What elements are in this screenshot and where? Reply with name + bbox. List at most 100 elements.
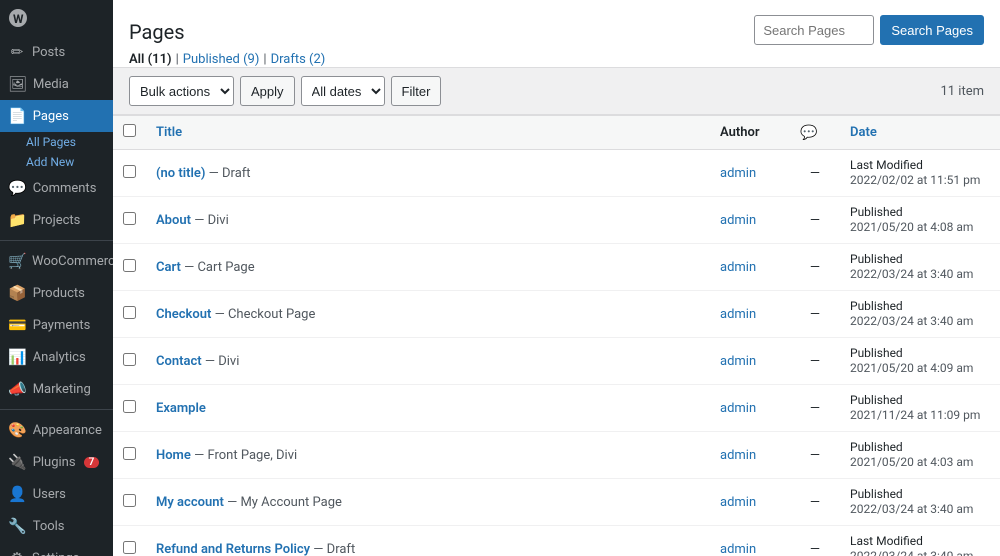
sidebar-item-appearance[interactable]: 🎨 Appearance: [0, 414, 113, 446]
author-link[interactable]: admin: [720, 448, 756, 463]
sidebar-sub-add-new[interactable]: Add New: [0, 152, 113, 172]
page-title-suffix: — Front Page, Divi: [191, 448, 297, 463]
sidebar-item-users[interactable]: 👤 Users: [0, 478, 113, 510]
row-comments-cell: —: [790, 432, 840, 479]
row-date-cell: Published2021/11/24 at 11:09 pm: [840, 385, 1000, 432]
page-title-link[interactable]: Checkout: [156, 307, 211, 322]
author-link[interactable]: admin: [720, 401, 756, 416]
apply-button[interactable]: Apply: [240, 76, 295, 106]
sidebar-item-projects[interactable]: 📁 Projects: [0, 204, 113, 236]
row-date-cell: Last Modified2022/02/02 at 11:51 pm: [840, 150, 1000, 197]
row-author-cell: admin: [710, 385, 790, 432]
search-pages-button[interactable]: Search Pages: [880, 15, 984, 45]
sidebar-item-media[interactable]: 🖼 Media: [0, 68, 113, 100]
author-link[interactable]: admin: [720, 260, 756, 275]
date-value: 2022/03/24 at 3:40 am: [850, 314, 973, 328]
sidebar-item-pages[interactable]: 📄 Pages: [0, 100, 113, 132]
row-date-cell: Last Modified2022/03/24 at 3:40 am: [840, 526, 1000, 556]
sidebar-item-analytics[interactable]: 📊 Analytics: [0, 341, 113, 373]
date-label: Last Modified: [850, 534, 923, 548]
row-author-cell: admin: [710, 197, 790, 244]
row-checkbox[interactable]: [123, 494, 136, 507]
author-link[interactable]: admin: [720, 166, 756, 181]
date-label: Published: [850, 252, 903, 266]
col-header-date[interactable]: Date: [840, 116, 1000, 150]
divider-1: [0, 240, 113, 241]
date-value: 2022/03/24 at 3:40 am: [850, 267, 973, 281]
page-title-link[interactable]: My account: [156, 495, 224, 510]
bulk-actions-select[interactable]: Bulk actions: [129, 76, 234, 106]
sidebar-sub-all-pages[interactable]: All Pages: [0, 132, 113, 152]
tab-all[interactable]: All (11): [129, 52, 172, 67]
page-title-link[interactable]: Home: [156, 448, 191, 463]
row-comments-cell: —: [790, 385, 840, 432]
row-author-cell: admin: [710, 338, 790, 385]
row-checkbox[interactable]: [123, 165, 136, 178]
row-title-cell: (no title) — Draft: [146, 150, 710, 197]
sidebar-item-woocommerce[interactable]: 🛒 WooCommerce: [0, 245, 113, 277]
dash-icon: —: [810, 401, 820, 416]
tab-published[interactable]: Published (9): [183, 52, 260, 67]
pages-table: Title Author 💬 Date (no title) — Draftad…: [113, 115, 1000, 556]
row-checkbox[interactable]: [123, 541, 136, 554]
page-title-link[interactable]: About: [156, 213, 191, 228]
sidebar-item-payments[interactable]: 💳 Payments: [0, 309, 113, 341]
appearance-icon: 🎨: [8, 421, 27, 439]
author-link[interactable]: admin: [720, 495, 756, 510]
tab-drafts[interactable]: Drafts (2): [271, 52, 326, 67]
wp-logo: W: [0, 0, 113, 36]
table-row: About — Diviadmin—Published2021/05/20 at…: [113, 197, 1000, 244]
author-link[interactable]: admin: [720, 213, 756, 228]
row-date-cell: Published2022/03/24 at 3:40 am: [840, 479, 1000, 526]
page-title-link[interactable]: (no title): [156, 166, 205, 181]
comments-icon: 💬: [8, 179, 27, 197]
date-value: 2021/05/20 at 4:09 am: [850, 361, 973, 375]
marketing-icon: 📣: [8, 380, 27, 398]
tab-bar: All (11) | Published (9) | Drafts (2): [129, 52, 984, 67]
search-input[interactable]: [754, 15, 874, 45]
sidebar-item-products[interactable]: 📦 Products: [0, 277, 113, 309]
date-value: 2022/03/24 at 3:40 am: [850, 549, 973, 556]
row-title-cell: Contact — Divi: [146, 338, 710, 385]
page-title-suffix: — Cart Page: [181, 260, 255, 275]
table-row: Home — Front Page, Diviadmin—Published20…: [113, 432, 1000, 479]
dates-filter-select[interactable]: All dates: [301, 76, 385, 106]
row-checkbox[interactable]: [123, 259, 136, 272]
dash-icon: —: [810, 542, 820, 556]
col-header-title[interactable]: Title: [146, 116, 710, 150]
page-title-link[interactable]: Contact: [156, 354, 202, 369]
media-icon: 🖼: [8, 75, 27, 93]
page-title: Pages: [129, 12, 185, 48]
row-title-cell: Checkout — Checkout Page: [146, 291, 710, 338]
author-link[interactable]: admin: [720, 354, 756, 369]
row-checkbox[interactable]: [123, 400, 136, 413]
page-title-link[interactable]: Refund and Returns Policy: [156, 542, 310, 556]
page-title-link[interactable]: Example: [156, 401, 206, 416]
sidebar-item-posts[interactable]: ✏ Posts: [0, 36, 113, 68]
author-link[interactable]: admin: [720, 307, 756, 322]
dash-icon: —: [810, 354, 820, 369]
table-body: (no title) — Draftadmin—Last Modified202…: [113, 150, 1000, 556]
col-header-author: Author: [710, 116, 790, 150]
select-all-checkbox[interactable]: [123, 124, 136, 137]
sidebar-item-tools[interactable]: 🔧 Tools: [0, 510, 113, 542]
row-checkbox[interactable]: [123, 306, 136, 319]
date-value: 2022/02/02 at 11:51 pm: [850, 173, 980, 187]
sidebar-item-settings[interactable]: ⚙ Settings: [0, 542, 113, 556]
author-link[interactable]: admin: [720, 542, 756, 556]
filter-button[interactable]: Filter: [391, 76, 442, 106]
page-title-link[interactable]: Cart: [156, 260, 181, 275]
row-title-cell: About — Divi: [146, 197, 710, 244]
date-label: Published: [850, 299, 903, 313]
row-checkbox[interactable]: [123, 353, 136, 366]
sidebar-item-marketing[interactable]: 📣 Marketing: [0, 373, 113, 405]
row-comments-cell: —: [790, 150, 840, 197]
row-comments-cell: —: [790, 244, 840, 291]
row-checkbox[interactable]: [123, 447, 136, 460]
row-checkbox[interactable]: [123, 212, 136, 225]
sidebar-item-plugins[interactable]: 🔌 Plugins 7: [0, 446, 113, 478]
sidebar-item-comments[interactable]: 💬 Comments: [0, 172, 113, 204]
pages-icon: 📄: [8, 107, 27, 125]
posts-icon: ✏: [8, 43, 26, 61]
date-label: Published: [850, 487, 903, 501]
